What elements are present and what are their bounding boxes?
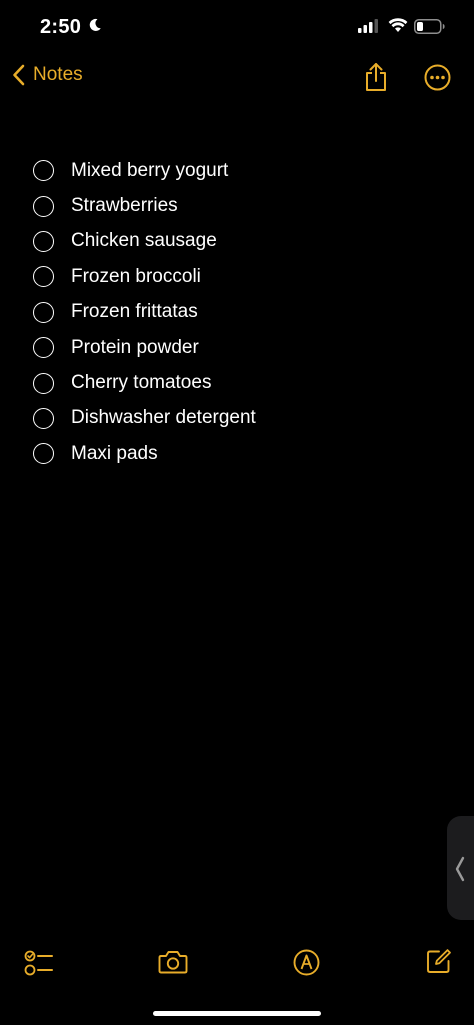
- checklist-item-text[interactable]: Maxi pads: [71, 443, 158, 465]
- checklist-item-text[interactable]: Frozen broccoli: [71, 266, 201, 288]
- checklist-item: Maxi pads: [33, 436, 453, 471]
- side-panel-handle[interactable]: [447, 816, 474, 920]
- checklist-item: Protein powder: [33, 330, 453, 365]
- navigation-bar: Notes: [0, 54, 474, 104]
- checkbox[interactable]: [33, 301, 54, 323]
- checklist-item-text[interactable]: Cherry tomatoes: [71, 372, 211, 394]
- camera-button[interactable]: [158, 949, 188, 980]
- checkbox[interactable]: [33, 230, 54, 252]
- share-icon: [366, 63, 386, 91]
- chevron-left-icon: [455, 856, 465, 882]
- checkbox[interactable]: [33, 443, 54, 465]
- back-button[interactable]: Notes: [12, 64, 83, 86]
- more-button[interactable]: [424, 64, 451, 96]
- battery-icon: [414, 19, 445, 34]
- more-ellipsis-icon: [424, 64, 451, 91]
- checkbox[interactable]: [33, 372, 54, 394]
- moon-icon: [89, 18, 101, 31]
- checklist-item-text[interactable]: Dishwasher detergent: [71, 407, 256, 429]
- camera-icon: [158, 951, 188, 974]
- chevron-left-icon: [13, 64, 25, 86]
- checklist-item-text[interactable]: Strawberries: [71, 195, 178, 217]
- checklist-item: Chicken sausage: [33, 224, 453, 259]
- checklist-item-text[interactable]: Chicken sausage: [71, 230, 217, 252]
- markup-pen-icon: [293, 949, 320, 976]
- home-indicator[interactable]: [153, 1011, 321, 1016]
- checkbox[interactable]: [33, 337, 54, 359]
- share-button[interactable]: [364, 62, 388, 97]
- status-time: 2:50: [40, 16, 82, 38]
- compose-button[interactable]: [426, 948, 452, 979]
- checklist-item-text[interactable]: Mixed berry yogurt: [71, 160, 228, 182]
- checkbox[interactable]: [33, 266, 54, 288]
- checkbox[interactable]: [33, 160, 54, 182]
- checklist-item: Cherry tomatoes: [33, 365, 453, 400]
- checklist-item: Dishwasher detergent: [33, 401, 453, 436]
- checklist-icon: [24, 950, 53, 976]
- compose-icon: [427, 949, 451, 973]
- checkbox[interactable]: [33, 407, 54, 429]
- wifi-icon: [388, 18, 408, 32]
- checklist-item: Frozen frittatas: [33, 295, 453, 330]
- checklist: Mixed berry yogurt Strawberries Chicken …: [33, 153, 453, 472]
- checklist-item: Strawberries: [33, 188, 453, 223]
- checklist-item-text[interactable]: Protein powder: [71, 337, 199, 359]
- bottom-toolbar: [0, 946, 474, 986]
- checklist-item-text[interactable]: Frozen frittatas: [71, 301, 198, 323]
- checkbox[interactable]: [33, 195, 54, 217]
- checklist-item: Frozen broccoli: [33, 259, 453, 294]
- markup-button[interactable]: [293, 949, 320, 981]
- checklist-button[interactable]: [24, 949, 54, 982]
- back-label: Notes: [33, 64, 83, 85]
- cellular-signal-icon: [358, 19, 378, 33]
- checklist-item: Mixed berry yogurt: [33, 153, 453, 188]
- status-bar: 2:50: [0, 0, 474, 54]
